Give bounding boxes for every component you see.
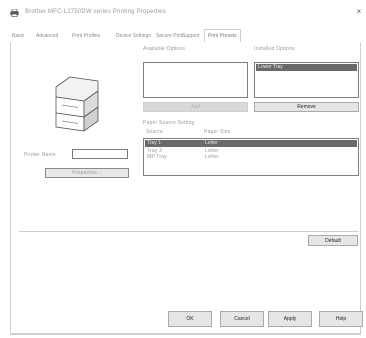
source-cell: MP Tray <box>147 154 167 160</box>
size-cell: Letter <box>205 140 218 146</box>
installed-options-list[interactable]: Lower Tray <box>254 62 359 98</box>
table-row[interactable]: Tray 1 Letter <box>145 140 357 147</box>
default-button[interactable]: Default <box>308 235 358 246</box>
cancel-button[interactable]: Cancel <box>220 311 264 327</box>
installed-options-label: Installed Options <box>254 46 295 52</box>
panel-bottom-edge <box>10 334 361 335</box>
tab-device-settings[interactable]: Device Settings <box>116 30 151 42</box>
close-button[interactable]: × <box>354 7 364 17</box>
section-divider <box>19 231 359 232</box>
source-cell: Tray 1 <box>147 140 161 146</box>
table-row[interactable]: MP Tray Letter <box>147 154 219 160</box>
available-options-list[interactable] <box>143 62 248 98</box>
ok-button[interactable]: OK <box>168 311 212 327</box>
paper-source-table[interactable]: Tray 1 Letter Tray 2 Letter MP Tray Lett… <box>143 138 359 176</box>
size-cell: Letter <box>205 154 219 160</box>
tab-basic[interactable]: Basic <box>12 30 24 42</box>
source-column-header: Source <box>146 129 164 135</box>
properties-button[interactable]: Properties... <box>45 168 129 178</box>
printer-illustration <box>55 76 99 132</box>
list-item[interactable]: Lower Tray <box>256 64 357 71</box>
printer-icon <box>10 9 19 17</box>
paper-source-label: Paper Source Setting <box>143 120 195 126</box>
apply-button[interactable]: Apply <box>268 311 312 327</box>
help-button[interactable]: Help <box>319 311 363 327</box>
add-button[interactable]: Add <box>143 102 248 112</box>
printer-name-field[interactable] <box>72 149 128 159</box>
tab-print-presets[interactable]: Print Presets <box>204 29 241 43</box>
tab-support[interactable]: Support <box>182 30 200 42</box>
available-options-label: Available Options <box>143 46 186 52</box>
tab-secure-print[interactable]: Secure Print <box>156 30 184 42</box>
window-title: Brother MFC-L2750DW series Printing Prop… <box>25 9 166 15</box>
remove-button[interactable]: Remove <box>254 102 359 112</box>
tab-print-profiles[interactable]: Print Profiles <box>72 30 100 42</box>
paper-size-column-header: Paper Size <box>204 129 231 135</box>
tab-advanced[interactable]: Advanced <box>36 30 58 42</box>
tab-strip: Basic Advanced Print Profiles Device Set… <box>10 29 360 43</box>
printer-name-label: Printer Name <box>24 152 56 158</box>
title-bar: Brother MFC-L2750DW series Printing Prop… <box>0 0 366 24</box>
